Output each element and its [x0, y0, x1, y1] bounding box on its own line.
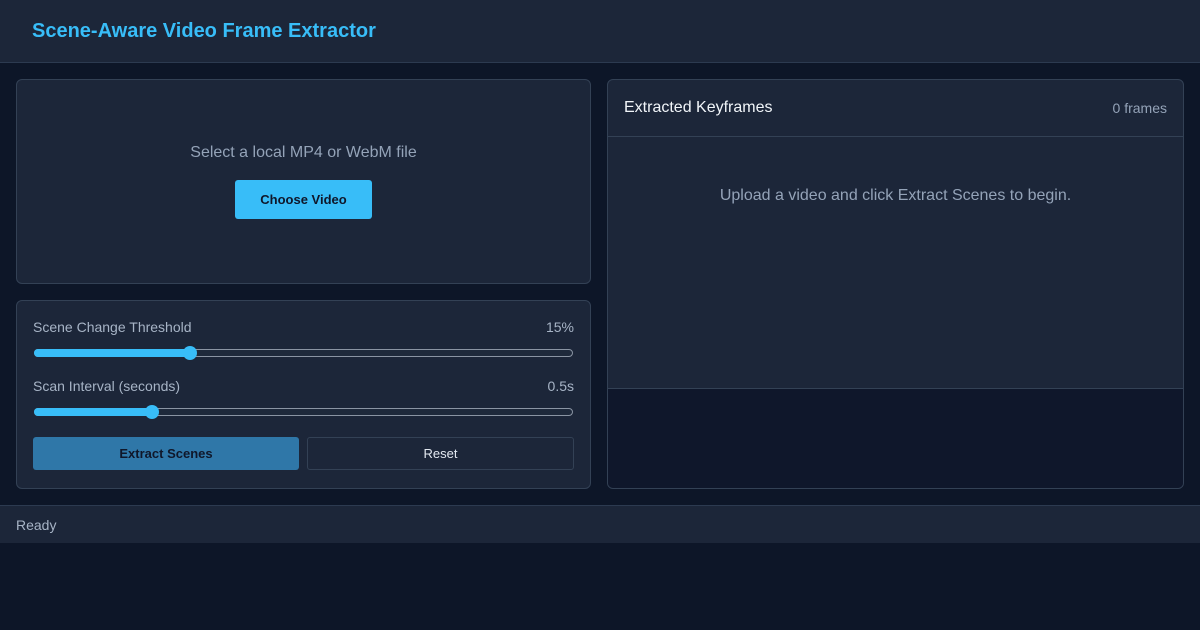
extract-scenes-button[interactable]: Extract Scenes — [33, 437, 299, 470]
interval-slider-thumb[interactable] — [145, 405, 159, 419]
keyframes-list: Upload a video and click Extract Scenes … — [608, 137, 1183, 389]
controls-panel: Scene Change Threshold 15% Scan Interval… — [16, 300, 591, 489]
threshold-slider[interactable] — [33, 346, 574, 360]
threshold-row: Scene Change Threshold 15% — [33, 319, 574, 335]
keyframes-title: Extracted Keyframes — [624, 99, 773, 116]
threshold-label: Scene Change Threshold — [33, 319, 192, 335]
status-text: Ready — [16, 516, 57, 533]
interval-slider[interactable] — [33, 405, 574, 419]
app-title: Scene-Aware Video Frame Extractor — [32, 19, 376, 42]
app-header: Scene-Aware Video Frame Extractor — [0, 0, 1200, 63]
upload-panel[interactable]: Select a local MP4 or WebM file Choose V… — [16, 79, 591, 284]
action-row: Extract Scenes Reset — [33, 437, 574, 470]
threshold-slider-fill — [34, 349, 191, 357]
threshold-slider-thumb[interactable] — [183, 346, 197, 360]
upload-prompt: Select a local MP4 or WebM file — [190, 144, 417, 161]
frame-preview-area — [608, 389, 1183, 488]
keyframes-header: Extracted Keyframes 0 frames — [608, 80, 1183, 137]
threshold-value: 15% — [545, 319, 574, 335]
interval-slider-fill — [34, 408, 153, 416]
empty-state-message: Upload a video and click Extract Scenes … — [719, 187, 1072, 204]
interval-row: Scan Interval (seconds) 0.5s — [33, 378, 574, 394]
reset-button[interactable]: Reset — [307, 437, 574, 470]
interval-value: 0.5s — [547, 378, 574, 394]
interval-label: Scan Interval (seconds) — [33, 378, 181, 394]
status-bar: Ready — [0, 505, 1200, 543]
keyframes-panel: Extracted Keyframes 0 frames Upload a vi… — [607, 79, 1184, 489]
frame-count: 0 frames — [1112, 100, 1167, 116]
choose-video-button[interactable]: Choose Video — [235, 180, 372, 219]
